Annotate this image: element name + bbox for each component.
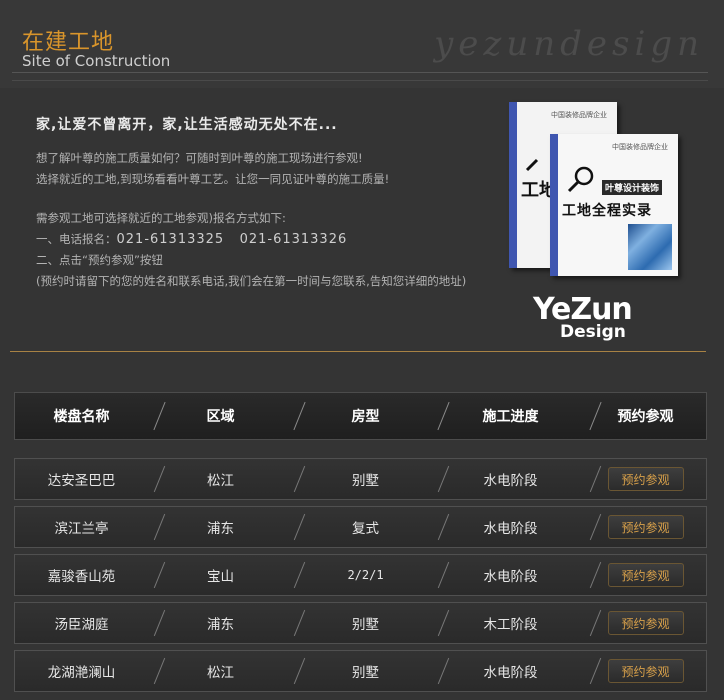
- cell-type: 复式: [352, 521, 379, 537]
- brand-watermark: yezundesign: [434, 24, 704, 64]
- page-subtitle: Site of Construction: [22, 52, 171, 70]
- book-brand: 叶尊设计装饰: [602, 180, 663, 195]
- cell-visit: 预约参观: [583, 603, 708, 643]
- book-tagline: 中国装修品牌企业: [612, 143, 668, 151]
- site-photo: [628, 224, 672, 270]
- cell-name: 滨江兰亭: [54, 521, 109, 537]
- cell-type: 别墅: [352, 473, 379, 489]
- column-header-progress: 施工进度: [482, 409, 539, 425]
- cell-progress: 木工阶段: [483, 617, 538, 633]
- signup-info: 需参观工地可选择就近的工地参观)报名方式如下: 一、电话报名：021-61313…: [36, 208, 506, 292]
- book-visit-button[interactable]: 预约参观: [607, 563, 684, 587]
- intro-text: 想了解叶尊的施工质量如何？可随时到叶尊的施工现场进行参观! 选择就近的工地,到现…: [36, 148, 506, 190]
- cell-progress: 水电阶段: [483, 473, 538, 489]
- cell-visit: 预约参观: [583, 459, 708, 499]
- slogan: 家,让爱不曾离开，家,让生活感动无处不在...: [36, 117, 338, 133]
- cell-visit: 预约参观: [583, 507, 708, 547]
- cell-name: 达安圣巴巴: [47, 473, 116, 489]
- cell-progress: 水电阶段: [483, 665, 538, 681]
- column-header-area: 区域: [206, 409, 235, 425]
- cell-name: 汤臣湖庭: [54, 617, 109, 633]
- magnifier-icon: [567, 166, 594, 193]
- table-row: 龙湖滟澜山 松江 别墅 水电阶段 预约参观: [14, 650, 707, 692]
- signup-line: 需参观工地可选择就近的工地参观)报名方式如下:: [36, 211, 286, 225]
- cell-area: 宝山: [207, 569, 234, 585]
- cell-name: 龙湖滟澜山: [47, 665, 116, 681]
- cell-area: 松江: [207, 665, 234, 681]
- cell-area: 松江: [207, 473, 234, 489]
- table-row: 滨江兰亭 浦东 复式 水电阶段 预约参观: [14, 506, 707, 548]
- intro-line: 想了解叶尊的施工质量如何？可随时到叶尊的施工现场进行参观!: [36, 151, 363, 165]
- intro-line: 选择就近的工地,到现场看看叶尊工艺。让您一同见证叶尊的施工质量!: [36, 172, 390, 186]
- magnifier-icon: [525, 158, 539, 172]
- cell-name: 嘉骏香山苑: [47, 569, 116, 585]
- column-header-name: 楼盘名称: [53, 409, 110, 425]
- cell-type: 别墅: [352, 617, 379, 633]
- table-row: 达安圣巴巴 松江 别墅 水电阶段 预约参观: [14, 458, 707, 500]
- cell-progress: 水电阶段: [483, 569, 538, 585]
- intro-section: 家,让爱不曾离开，家,让生活感动无处不在... 想了解叶尊的施工质量如何？可随时…: [36, 114, 506, 292]
- book-title: 工地全程实录: [562, 203, 652, 219]
- phone-signup: 一、电话报名：021-61313325 021-61313326: [36, 229, 506, 250]
- book-visit-button[interactable]: 预约参观: [607, 611, 684, 635]
- signup-line: 二、点击“预约参观”按钮: [36, 253, 163, 267]
- cell-type: 2/2/1: [347, 568, 384, 582]
- page-header: 在建工地 Site of Construction yezundesign: [0, 0, 724, 88]
- cell-area: 浦东: [207, 521, 234, 537]
- book-visit-button[interactable]: 预约参观: [607, 515, 684, 539]
- book-visit-button[interactable]: 预约参观: [607, 467, 684, 491]
- signup-note: (预约时请留下的您的姓名和联系电话,我们会在第一时间与您联系,告知您详细的地址): [36, 274, 467, 288]
- cell-type: 别墅: [352, 665, 379, 681]
- cell-area: 浦东: [207, 617, 234, 633]
- section-divider: [10, 351, 706, 352]
- column-header-visit: 预约参观: [617, 409, 674, 425]
- phone-label: 一、电话报名：: [36, 232, 117, 246]
- table-row: 汤臣湖庭 浦东 别墅 木工阶段 预约参观: [14, 602, 707, 644]
- construction-sites-page: 在建工地 Site of Construction yezundesign 家,…: [0, 0, 724, 700]
- cell-visit: 预约参观: [583, 651, 708, 691]
- table-header: 楼盘名称 区域 房型 施工进度 预约参观: [14, 392, 707, 440]
- phone-numbers: 021-61313325 021-61313326: [116, 232, 348, 247]
- column-header-type: 房型: [351, 409, 380, 425]
- book-visit-button[interactable]: 预约参观: [607, 659, 684, 683]
- cell-progress: 水电阶段: [483, 521, 538, 537]
- yezun-logo-sub: Design: [560, 322, 626, 342]
- header-divider: [12, 72, 708, 73]
- book-tagline: 中国装修品牌企业: [551, 111, 607, 119]
- table-row: 嘉骏香山苑 宝山 2/2/1 水电阶段 预约参观: [14, 554, 707, 596]
- book-cover-image: 中国装修品牌企业 叶尊设计装饰 工地全程实录: [550, 134, 678, 276]
- header-divider: [12, 80, 708, 81]
- cell-visit: 预约参观: [583, 555, 708, 595]
